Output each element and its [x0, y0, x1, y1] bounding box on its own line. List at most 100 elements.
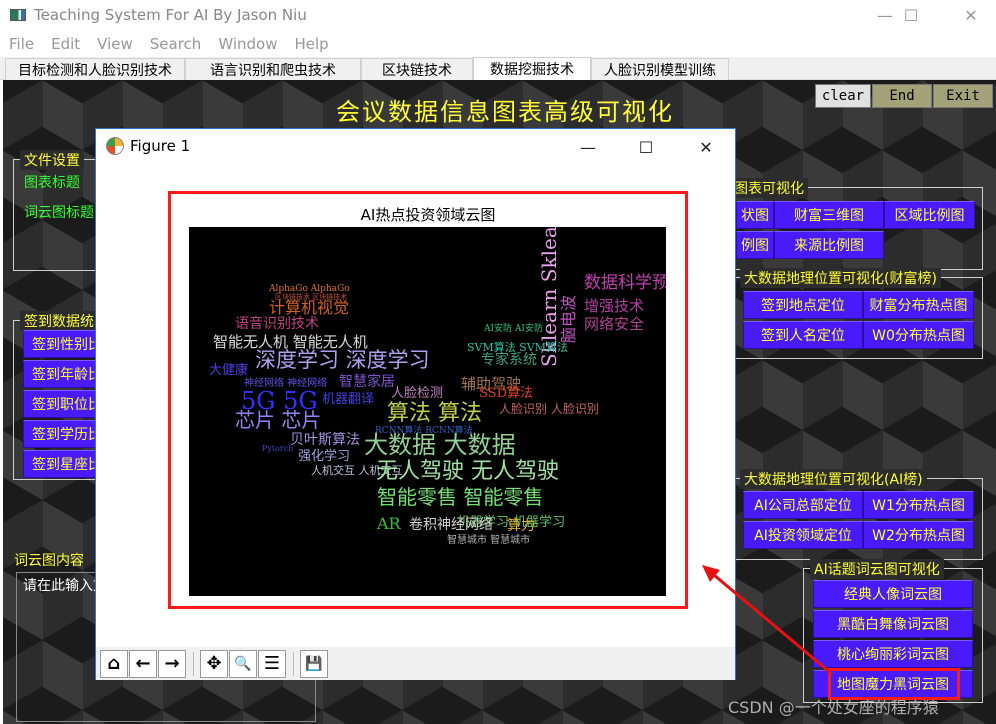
figure-maximize-button[interactable]: ☐	[631, 135, 661, 159]
app-icon	[10, 9, 26, 21]
cloud-word: 数据科学预测	[584, 273, 666, 293]
figure-title: Figure 1	[130, 137, 191, 155]
ratio-chart-button[interactable]: 例图	[736, 231, 774, 259]
wealth-heatmap-button[interactable]: 财富分布热点图	[863, 291, 974, 319]
chart-visualization-label: 图表可视化	[730, 178, 808, 198]
cloud-word: 大数据 大数据	[364, 431, 516, 459]
matplotlib-icon	[106, 137, 124, 155]
toolbar-separator	[193, 651, 194, 676]
menu-bar: File Edit View Search Window Help	[0, 32, 996, 56]
cloud-word: 大健康	[209, 363, 249, 378]
cloud-word: 芯片 芯片	[235, 408, 322, 432]
cloud-word: 智慧家居	[339, 374, 395, 390]
configure-icon[interactable]: ☰	[258, 649, 286, 678]
cloud-word: 人脸检测	[391, 386, 444, 401]
exit-button[interactable]: Exit	[933, 84, 993, 108]
checkin-location-button[interactable]: 签到地点定位	[743, 291, 863, 319]
cloud-word: 人脸识别 人脸识别	[499, 402, 599, 416]
cloud-word: 脑电波	[559, 294, 578, 343]
menu-view[interactable]: View	[97, 35, 133, 53]
window-titlebar: Teaching System For AI By Jason Niu — ☐ …	[0, 0, 996, 30]
cloud-word: AI安防 AI安防	[484, 324, 543, 334]
back-icon[interactable]: ←	[129, 649, 157, 678]
cloud-word: 智慧城市 智慧城市	[447, 535, 531, 546]
file-settings-label: 文件设置	[20, 150, 84, 170]
maximize-button[interactable]: ☐	[888, 0, 934, 30]
cloud-word: 机器翻译	[322, 392, 375, 407]
checkin-stats-label: 签到数据统	[20, 311, 98, 331]
region-ratio-button[interactable]: 区域比例图	[884, 201, 975, 229]
menu-file[interactable]: File	[9, 35, 34, 53]
cloud-word: 算力	[507, 518, 535, 534]
black-white-dance-cloud-button[interactable]: 黑酷白舞像词云图	[813, 610, 973, 638]
cloud-word: SSD算法	[479, 386, 534, 401]
cloud-title-label: 词云图标题	[24, 205, 94, 221]
tab-bar: 目标检测和人脸识别技术 语言识别和爬虫技术 区块链技术 数据挖掘技术 人脸识别模…	[0, 57, 996, 80]
tab-object-detection[interactable]: 目标检测和人脸识别技术	[5, 58, 185, 80]
cloud-word: 专家系统	[481, 352, 537, 368]
checkin-zodiac-button[interactable]: 签到星座比	[23, 450, 103, 478]
watermark: CSDN @一个处女座的程序猿	[728, 698, 939, 717]
figure-titlebar: Figure 1	[106, 137, 190, 155]
tab-blockchain[interactable]: 区块链技术	[361, 58, 473, 80]
classic-portrait-cloud-button[interactable]: 经典人像词云图	[813, 580, 973, 608]
ai-wordcloud-label: AI话题词云图可视化	[810, 559, 944, 579]
cloud-word: 卷积神经网络	[409, 517, 493, 533]
zoom-icon[interactable]: 🔍	[229, 649, 257, 678]
chart-title-label: 图表标题	[24, 175, 80, 191]
save-icon[interactable]: 💾	[300, 649, 328, 678]
tab-data-mining[interactable]: 数据挖掘技术	[473, 57, 591, 80]
wordcloud-canvas: Sklearn Sklearn脑电波数据科学预测增强技术网络安全AlphaGo …	[189, 227, 666, 596]
checkin-name-button[interactable]: 签到人名定位	[743, 321, 863, 349]
w1-heatmap-button[interactable]: W1分布热点图	[863, 491, 974, 519]
cloud-content-label: 词云图内容	[14, 553, 84, 569]
figure-window: Figure 1 — ☐ ✕ AI热点投资领域云图 Sklearn Sklear…	[95, 128, 736, 680]
chart-button-1[interactable]: 状图	[736, 201, 774, 229]
plot-title: AI热点投资领域云图	[360, 206, 496, 224]
heart-colorful-cloud-button[interactable]: 桃心绚丽彩词云图	[813, 640, 973, 668]
cloud-word: 网络安全	[584, 315, 645, 333]
cloud-word: SVM算法 SVM算法	[467, 341, 568, 354]
plot-highlight-frame: AI热点投资领域云图 Sklearn Sklearn脑电波数据科学预测增强技术网…	[168, 191, 688, 609]
checkin-gender-button[interactable]: 签到性别比	[23, 330, 103, 358]
menu-edit[interactable]: Edit	[51, 35, 80, 53]
figure-toolbar: ⌂ ← → ✥ 🔍 ☰ 💾	[96, 647, 735, 680]
source-ratio-button[interactable]: 来源比例图	[774, 231, 884, 259]
close-button[interactable]: ✕	[948, 0, 994, 30]
forward-icon[interactable]: →	[158, 649, 186, 678]
menu-window[interactable]: Window	[218, 35, 277, 53]
checkin-education-button[interactable]: 签到学历比	[23, 420, 103, 448]
cloud-word: 算法 算法	[387, 401, 482, 426]
home-icon[interactable]: ⌂	[100, 649, 128, 678]
cloud-word: 语音识别技术	[235, 316, 319, 332]
cloud-word: 强化学习	[298, 449, 351, 464]
tab-speech-crawler[interactable]: 语言识别和爬虫技术	[185, 58, 361, 80]
clear-button[interactable]: clear	[815, 84, 871, 108]
w0-heatmap-button[interactable]: W0分布热点图	[863, 321, 974, 349]
figure-minimize-button[interactable]: —	[573, 135, 603, 159]
ai-hq-location-button[interactable]: AI公司总部定位	[743, 491, 863, 519]
cloud-word: 无人驾驶 无人驾驶	[376, 459, 559, 484]
cloud-word: 计算机视觉	[269, 298, 350, 317]
tab-face-model-training[interactable]: 人脸识别模型训练	[591, 58, 729, 80]
cloud-word: 智能零售 智能零售	[377, 485, 544, 509]
checkin-age-button[interactable]: 签到年龄比	[23, 360, 103, 388]
wealth-3d-button[interactable]: 财富三维图	[774, 201, 884, 229]
cloud-word: AR	[377, 514, 401, 533]
geo-wealth-label: 大数据地理位置可视化(财富榜)	[740, 268, 941, 288]
geo-ai-label: 大数据地理位置可视化(AI榜)	[740, 469, 927, 489]
end-button[interactable]: End	[872, 84, 932, 108]
ai-investment-location-button[interactable]: AI投资领域定位	[743, 521, 863, 549]
cloud-word: 深度学习 深度学习	[255, 348, 430, 372]
w2-heatmap-button[interactable]: W2分布热点图	[863, 521, 974, 549]
cloud-word: Pytorch	[262, 444, 294, 453]
menu-help[interactable]: Help	[294, 35, 328, 53]
cloud-word: 增强技术	[584, 297, 645, 315]
window-title: Teaching System For AI By Jason Niu	[34, 6, 307, 24]
figure-close-button[interactable]: ✕	[691, 135, 721, 159]
pan-icon[interactable]: ✥	[200, 649, 228, 678]
toolbar-separator	[293, 651, 294, 676]
checkin-position-button[interactable]: 签到职位比	[23, 390, 103, 418]
menu-search[interactable]: Search	[150, 35, 202, 53]
main-title: 会议数据信息图表高级可视化	[336, 98, 674, 126]
